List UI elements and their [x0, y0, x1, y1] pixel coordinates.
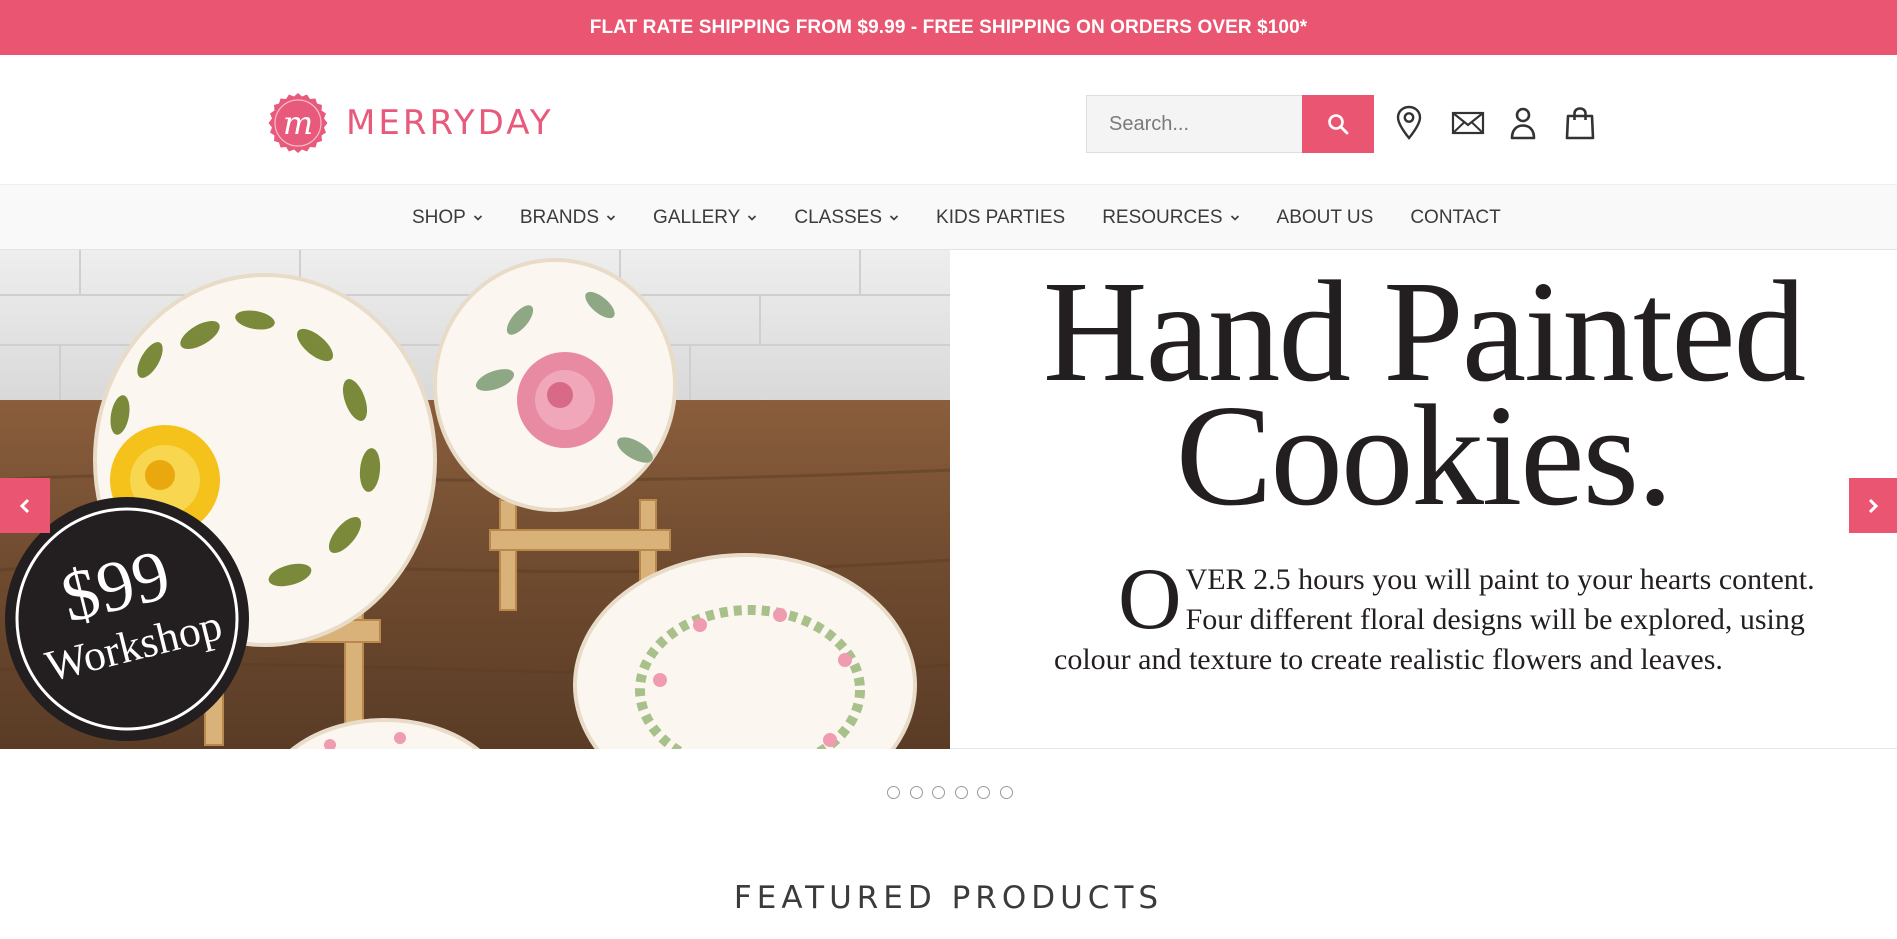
search-form [1086, 95, 1374, 153]
cart-button[interactable] [1560, 103, 1600, 143]
store-locator-button[interactable] [1389, 103, 1429, 143]
slider-dot[interactable] [932, 786, 945, 799]
chevron-down-icon [889, 215, 899, 221]
nav-item-label: CLASSES [794, 207, 883, 228]
slider-dot[interactable] [954, 786, 968, 799]
contact-mail-button[interactable] [1449, 103, 1487, 143]
hero-title-line-2: Cookies. [1175, 376, 1674, 536]
hero-description: O VER 2.5 hours you will paint to your h… [1054, 551, 1878, 680]
nav-item-classes[interactable]: CLASSES [794, 207, 899, 229]
chevron-down-icon [606, 215, 616, 221]
nav-item-label: BRANDS [519, 207, 600, 228]
nav-item-label: ABOUT US [1276, 207, 1374, 228]
location-icon [1396, 105, 1422, 140]
account-icon [1510, 107, 1536, 140]
slider-dot[interactable] [887, 786, 900, 799]
hero-slider: $99 Workshop Hand Painted Cookies. O VER… [0, 250, 1897, 749]
search-button[interactable] [1302, 95, 1374, 153]
nav-item-brands[interactable]: BRANDS [520, 207, 616, 229]
search-input[interactable] [1086, 95, 1302, 153]
nav-item-shop[interactable]: SHOP [412, 207, 483, 229]
mail-icon [1451, 111, 1485, 135]
slider-pagination [887, 786, 1022, 799]
nav-item-kids-parties[interactable]: KIDS PARTIES [936, 207, 1065, 229]
slider-dot[interactable] [999, 786, 1013, 799]
nav-item-label: GALLERY [653, 207, 741, 228]
hero-photo: $99 Workshop [0, 250, 950, 749]
slider-prev-button[interactable] [0, 478, 50, 533]
slider-dot[interactable] [909, 786, 923, 799]
nav-list: SHOP BRANDS GALLERY CLASSES KIDS PARTIES RESO… [412, 185, 1538, 251]
main-nav: SHOP BRANDS GALLERY CLASSES KIDS PARTIES RESO… [0, 184, 1897, 250]
chevron-left-icon [19, 498, 30, 513]
nav-item-about-us[interactable]: ABOUT US [1277, 207, 1374, 229]
nav-item-label: SHOP [412, 207, 466, 228]
nav-item-label: RESOURCES [1102, 207, 1223, 228]
chevron-down-icon [748, 215, 757, 221]
hero-dropcap: O [1118, 551, 1182, 648]
logo[interactable]: m MERRYDAY [267, 92, 554, 154]
slider-next-button[interactable] [1849, 478, 1897, 533]
account-button[interactable] [1503, 103, 1543, 143]
nav-item-contact[interactable]: CONTACT [1410, 207, 1500, 229]
hero-body-line-2: Four different floral designs will be ex… [1185, 603, 1805, 636]
nav-item-resources[interactable]: RESOURCES [1102, 207, 1239, 229]
site-header: m MERRYDAY [0, 55, 1897, 184]
announcement-text: FLAT RATE SHIPPING FROM $9.99 - FREE SHI… [589, 16, 1308, 38]
chevron-right-icon [1868, 498, 1879, 513]
logo-text: MERRYDAY [346, 103, 554, 143]
announcement-bar: FLAT RATE SHIPPING FROM $9.99 - FREE SHI… [0, 0, 1897, 55]
nav-item-label: KIDS PARTIES [936, 207, 1066, 228]
nav-item-gallery[interactable]: GALLERY [653, 207, 757, 229]
cart-icon [1565, 107, 1595, 140]
search-icon [1328, 114, 1349, 135]
hero-body-line-1: VER 2.5 hours you will paint to your hea… [1185, 563, 1815, 596]
chevron-down-icon [1230, 215, 1239, 221]
featured-products-heading: FEATURED PRODUCTS [733, 880, 1164, 916]
logo-badge: m [268, 93, 328, 153]
slider-dot[interactable] [977, 786, 990, 799]
logo-badge-letter: m [283, 104, 313, 142]
hero-title: Hand Painted Cookies. [950, 260, 1897, 536]
hero-body-line-3: colour and texture to create realistic f… [1054, 643, 1723, 676]
chevron-down-icon [473, 215, 482, 221]
hero-text-panel: Hand Painted Cookies. O VER 2.5 hours yo… [950, 250, 1897, 749]
nav-item-label: CONTACT [1410, 207, 1501, 228]
